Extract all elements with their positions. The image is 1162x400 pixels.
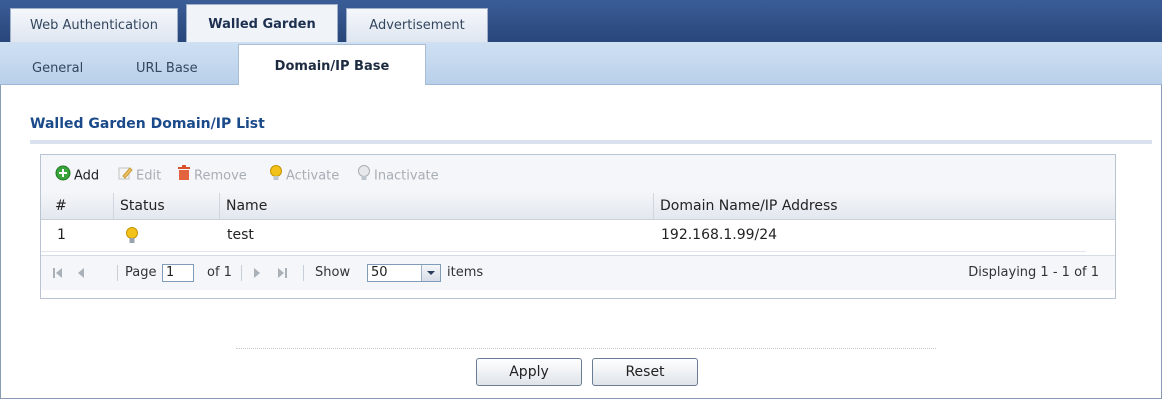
table-row[interactable]: 1 test 192.168.1.99/24 xyxy=(41,220,1086,252)
add-button[interactable]: Add xyxy=(55,165,100,184)
edit-button[interactable]: Edit xyxy=(117,165,162,184)
first-page-icon[interactable] xyxy=(53,256,63,290)
page-label: Page xyxy=(125,265,157,280)
row-name: test xyxy=(227,227,254,243)
show-label: Show xyxy=(315,265,351,280)
add-label: Add xyxy=(74,168,100,184)
tab-advertisement[interactable]: Advertisement xyxy=(346,8,488,42)
pager-separator xyxy=(303,265,304,281)
add-icon xyxy=(55,165,71,187)
pager-separator xyxy=(241,265,242,281)
column-header-index[interactable]: # xyxy=(49,193,113,219)
list-toolbar: Add Edit Remove Activate Inactivate xyxy=(41,155,1115,194)
last-page-icon[interactable] xyxy=(277,256,287,290)
inactivate-label: Inactivate xyxy=(374,168,439,184)
page-count-label: of 1 xyxy=(207,265,232,280)
row-address: 192.168.1.99/24 xyxy=(661,227,778,243)
trash-icon xyxy=(177,165,191,187)
inactivate-button[interactable]: Inactivate xyxy=(357,165,439,184)
column-header-address[interactable]: Domain Name/IP Address xyxy=(653,193,1115,219)
edit-label: Edit xyxy=(136,168,162,184)
tab-domain-ip-base[interactable]: Domain/IP Base xyxy=(238,44,426,85)
activate-label: Activate xyxy=(286,168,340,184)
row-index: 1 xyxy=(57,227,66,243)
apply-button[interactable]: Apply xyxy=(476,358,582,386)
button-divider xyxy=(236,348,936,349)
page-number-input[interactable]: 1 xyxy=(162,264,194,282)
column-header-status[interactable]: Status xyxy=(113,193,219,219)
remove-label: Remove xyxy=(194,168,247,184)
section-title: Walled Garden Domain/IP List xyxy=(30,116,265,132)
reset-button[interactable]: Reset xyxy=(592,358,698,386)
next-page-icon[interactable] xyxy=(253,256,261,290)
bulb-off-icon xyxy=(357,165,371,187)
items-label: items xyxy=(447,265,484,280)
column-header-name[interactable]: Name xyxy=(219,193,653,219)
tab-web-authentication[interactable]: Web Authentication xyxy=(10,8,178,42)
primary-tab-bar: Web Authentication Walled Garden Adverti… xyxy=(0,0,1162,42)
secondary-tab-bar: General URL Base Domain/IP Base xyxy=(0,42,1162,85)
table-header: # Status Name Domain Name/IP Address xyxy=(41,193,1115,220)
page-size-value: 50 xyxy=(371,265,388,280)
tab-walled-garden[interactable]: Walled Garden xyxy=(186,4,338,42)
pagination-bar: Page 1 of 1 Show 50 items Displaying 1 -… xyxy=(41,255,1115,290)
page-size-select[interactable]: 50 xyxy=(367,264,441,282)
activate-button[interactable]: Activate xyxy=(269,165,340,184)
bulb-on-icon xyxy=(269,165,283,187)
section-divider xyxy=(30,140,1152,144)
displaying-count: Displaying 1 - 1 of 1 xyxy=(968,265,1099,280)
chevron-down-icon[interactable] xyxy=(421,265,440,281)
prev-page-icon[interactable] xyxy=(77,256,85,290)
bulb-on-icon xyxy=(125,227,139,245)
tab-url-base[interactable]: URL Base xyxy=(136,54,198,84)
remove-button[interactable]: Remove xyxy=(177,165,247,184)
domain-ip-list-panel: Add Edit Remove Activate Inactivate # St… xyxy=(40,154,1116,299)
edit-icon xyxy=(117,165,133,187)
pager-separator xyxy=(117,265,118,281)
tab-general[interactable]: General xyxy=(32,54,83,84)
